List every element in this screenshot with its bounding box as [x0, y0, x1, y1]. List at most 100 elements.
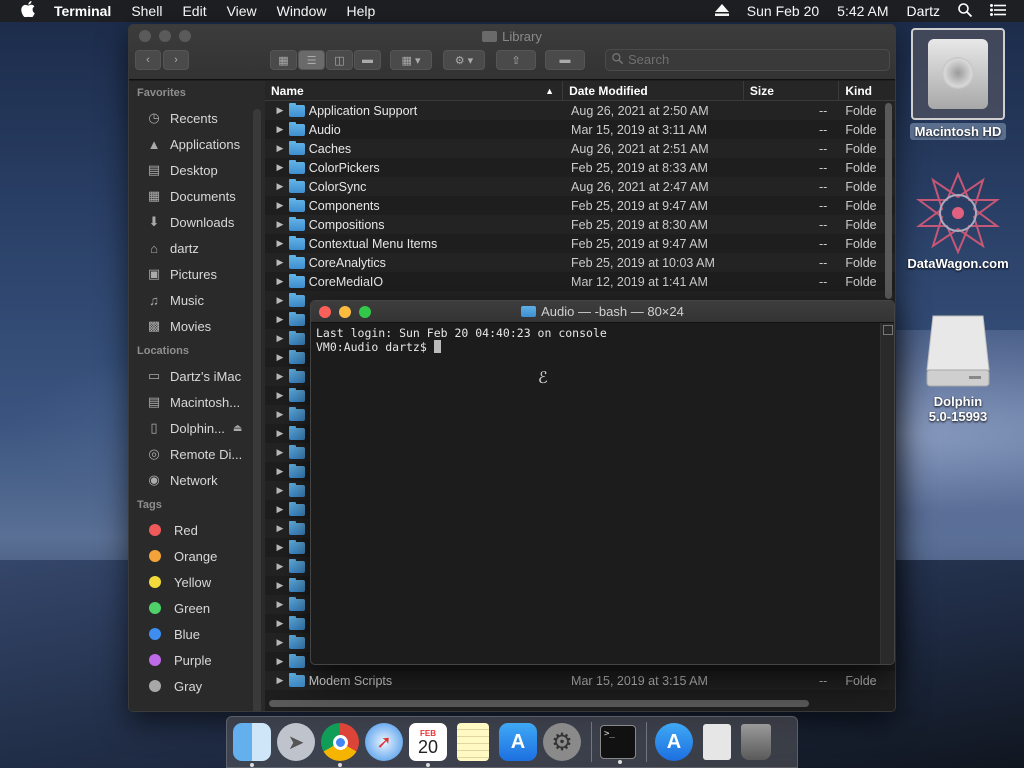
group-by-button[interactable]: ▦ ▾ [390, 50, 432, 70]
sidebar-item-macintosh-hd[interactable]: ▤ Macintosh... [129, 389, 265, 415]
sidebar-item-downloads[interactable]: ⬇ Downloads [129, 209, 265, 235]
list-view-button[interactable]: ☰ [298, 50, 325, 70]
eject-icon[interactable]: ⏏ [233, 423, 242, 434]
sidebar-item-music[interactable]: ♫ Music [129, 287, 265, 313]
disclosure-triangle-icon[interactable]: ▶ [265, 409, 289, 420]
desktop-icon-macintosh-hd[interactable]: Macintosh HD [903, 28, 1013, 140]
dock-applications-folder-icon[interactable]: A [655, 723, 693, 761]
menu-window[interactable]: Window [277, 3, 327, 19]
menu-user[interactable]: Dartz [907, 3, 940, 19]
disclosure-triangle-icon[interactable]: ▶ [265, 428, 289, 439]
share-button[interactable]: ⇧ [496, 50, 536, 70]
list-vertical-scrollbar[interactable] [885, 103, 892, 299]
notification-center-icon[interactable] [990, 3, 1006, 19]
apple-menu-icon[interactable] [20, 1, 36, 21]
disclosure-triangle-icon[interactable]: ▶ [265, 105, 289, 116]
column-header-size[interactable]: Size [744, 81, 840, 100]
disclosure-triangle-icon[interactable]: ▶ [265, 276, 289, 287]
disclosure-triangle-icon[interactable]: ▶ [265, 542, 289, 553]
finder-titlebar[interactable]: Library ‹ › ▦ ☰ ◫ ▬ ▦ ▾ ⚙ ▾ ⇧ ▬ Search [129, 25, 895, 80]
disclosure-triangle-icon[interactable]: ▶ [265, 314, 289, 325]
disclosure-triangle-icon[interactable]: ▶ [265, 333, 289, 344]
sidebar-item-documents[interactable]: ▦ Documents [129, 183, 265, 209]
eject-icon[interactable] [714, 3, 729, 19]
back-button[interactable]: ‹ [135, 50, 161, 70]
sidebar-item-applications[interactable]: ▲ Applications [129, 131, 265, 157]
menu-app-terminal[interactable]: Terminal [54, 3, 111, 19]
column-view-button[interactable]: ◫ [326, 50, 353, 70]
menu-time[interactable]: 5:42 AM [837, 3, 888, 19]
disclosure-triangle-icon[interactable]: ▶ [265, 295, 289, 306]
column-header-kind[interactable]: Kind [839, 81, 895, 100]
desktop-icon-dolphin[interactable]: Dolphin 5.0-15993 [903, 310, 1013, 424]
disclosure-triangle-icon[interactable]: ▶ [265, 162, 289, 173]
menu-date[interactable]: Sun Feb 20 [747, 3, 819, 19]
table-row[interactable]: ▶ CoreMediaIO Mar 12, 2019 at 1:41 AM -- Fol… [265, 272, 895, 291]
terminal-output[interactable]: Last login: Sun Feb 20 04:40:23 on conso… [311, 323, 894, 357]
table-row[interactable]: ▶ Components Feb 25, 2019 at 9:47 AM -- Fold… [265, 196, 895, 215]
split-pane-button[interactable] [882, 325, 893, 335]
menu-view[interactable]: View [227, 3, 257, 19]
terminal-scrollbar[interactable] [880, 323, 894, 664]
sidebar-item-dolphin[interactable]: ▯ Dolphin... ⏏ [129, 415, 265, 441]
action-gear-button[interactable]: ⚙ ▾ [443, 50, 485, 70]
disclosure-triangle-icon[interactable]: ▶ [265, 637, 289, 648]
disclosure-triangle-icon[interactable]: ▶ [265, 124, 289, 135]
disclosure-triangle-icon[interactable]: ▶ [265, 504, 289, 515]
table-row[interactable]: ▶ CoreAnalytics Feb 25, 2019 at 10:03 AM --… [265, 253, 895, 272]
disclosure-triangle-icon[interactable]: ▶ [265, 599, 289, 610]
terminal-titlebar[interactable]: Audio — -bash — 80×24 [311, 301, 894, 323]
sidebar-item-imac[interactable]: ▭ Dartz's iMac [129, 363, 265, 389]
dock-trash-icon[interactable] [741, 724, 771, 760]
tag-purple[interactable]: Purple [129, 647, 265, 673]
disclosure-triangle-icon[interactable]: ▶ [265, 447, 289, 458]
dock-system-preferences-icon[interactable]: ⚙ [543, 723, 581, 761]
sidebar-item-home[interactable]: ⌂ dartz [129, 235, 265, 261]
table-row[interactable]: ▶ Modem Scripts Mar 15, 2019 at 3:15 AM -- F… [265, 671, 895, 690]
sidebar-scrollbar[interactable] [253, 109, 261, 711]
tag-yellow[interactable]: Yellow [129, 569, 265, 595]
dock-launchpad-icon[interactable]: ➤ [277, 723, 315, 761]
disclosure-triangle-icon[interactable]: ▶ [265, 143, 289, 154]
disclosure-triangle-icon[interactable]: ▶ [265, 390, 289, 401]
disclosure-triangle-icon[interactable]: ▶ [265, 200, 289, 211]
disclosure-triangle-icon[interactable]: ▶ [265, 618, 289, 629]
column-header-date[interactable]: Date Modified [563, 81, 744, 100]
sidebar-item-remote-disc[interactable]: ◎ Remote Di... [129, 441, 265, 467]
icon-view-button[interactable]: ▦ [270, 50, 297, 70]
menu-edit[interactable]: Edit [182, 3, 206, 19]
disclosure-triangle-icon[interactable]: ▶ [265, 238, 289, 249]
gallery-view-button[interactable]: ▬ [354, 50, 381, 70]
table-row[interactable]: ▶ Compositions Feb 25, 2019 at 8:30 AM -- Fo… [265, 215, 895, 234]
sidebar-item-desktop[interactable]: ▤ Desktop [129, 157, 265, 183]
disclosure-triangle-icon[interactable]: ▶ [265, 219, 289, 230]
dock-calendar-icon[interactable]: FEB 20 [409, 723, 447, 767]
column-header-name[interactable]: Name ▲ [265, 81, 564, 100]
tag-orange[interactable]: Orange [129, 543, 265, 569]
table-row[interactable]: ▶ Caches Aug 26, 2021 at 2:51 AM -- Folde [265, 139, 895, 158]
tag-gray[interactable]: Gray [129, 673, 265, 699]
sidebar-item-movies[interactable]: ▩ Movies [129, 313, 265, 339]
tag-blue[interactable]: Blue [129, 621, 265, 647]
list-horizontal-scrollbar[interactable] [269, 700, 809, 707]
disclosure-triangle-icon[interactable]: ▶ [265, 485, 289, 496]
sidebar-item-recents[interactable]: ◷ Recents [129, 105, 265, 131]
menu-shell[interactable]: Shell [131, 3, 162, 19]
dock-app-store-icon[interactable]: A [499, 723, 537, 761]
dock-chrome-icon[interactable] [321, 723, 359, 767]
table-row[interactable]: ▶ Contextual Menu Items Feb 25, 2019 at 9:… [265, 234, 895, 253]
dock-downloads-stack-icon[interactable] [703, 724, 731, 760]
disclosure-triangle-icon[interactable]: ▶ [265, 371, 289, 382]
dock-notes-icon[interactable] [457, 723, 489, 761]
disclosure-triangle-icon[interactable]: ▶ [265, 675, 289, 686]
forward-button[interactable]: › [163, 50, 189, 70]
dock-safari-icon[interactable]: ➚ [365, 723, 403, 761]
sidebar-item-pictures[interactable]: ▣ Pictures [129, 261, 265, 287]
table-row[interactable]: ▶ ColorSync Aug 26, 2021 at 2:47 AM -- Folde [265, 177, 895, 196]
tag-red[interactable]: Red [129, 517, 265, 543]
search-field[interactable]: Search [605, 49, 890, 71]
disclosure-triangle-icon[interactable]: ▶ [265, 181, 289, 192]
spotlight-search-icon[interactable] [958, 2, 973, 20]
disclosure-triangle-icon[interactable]: ▶ [265, 466, 289, 477]
disclosure-triangle-icon[interactable]: ▶ [265, 656, 289, 667]
